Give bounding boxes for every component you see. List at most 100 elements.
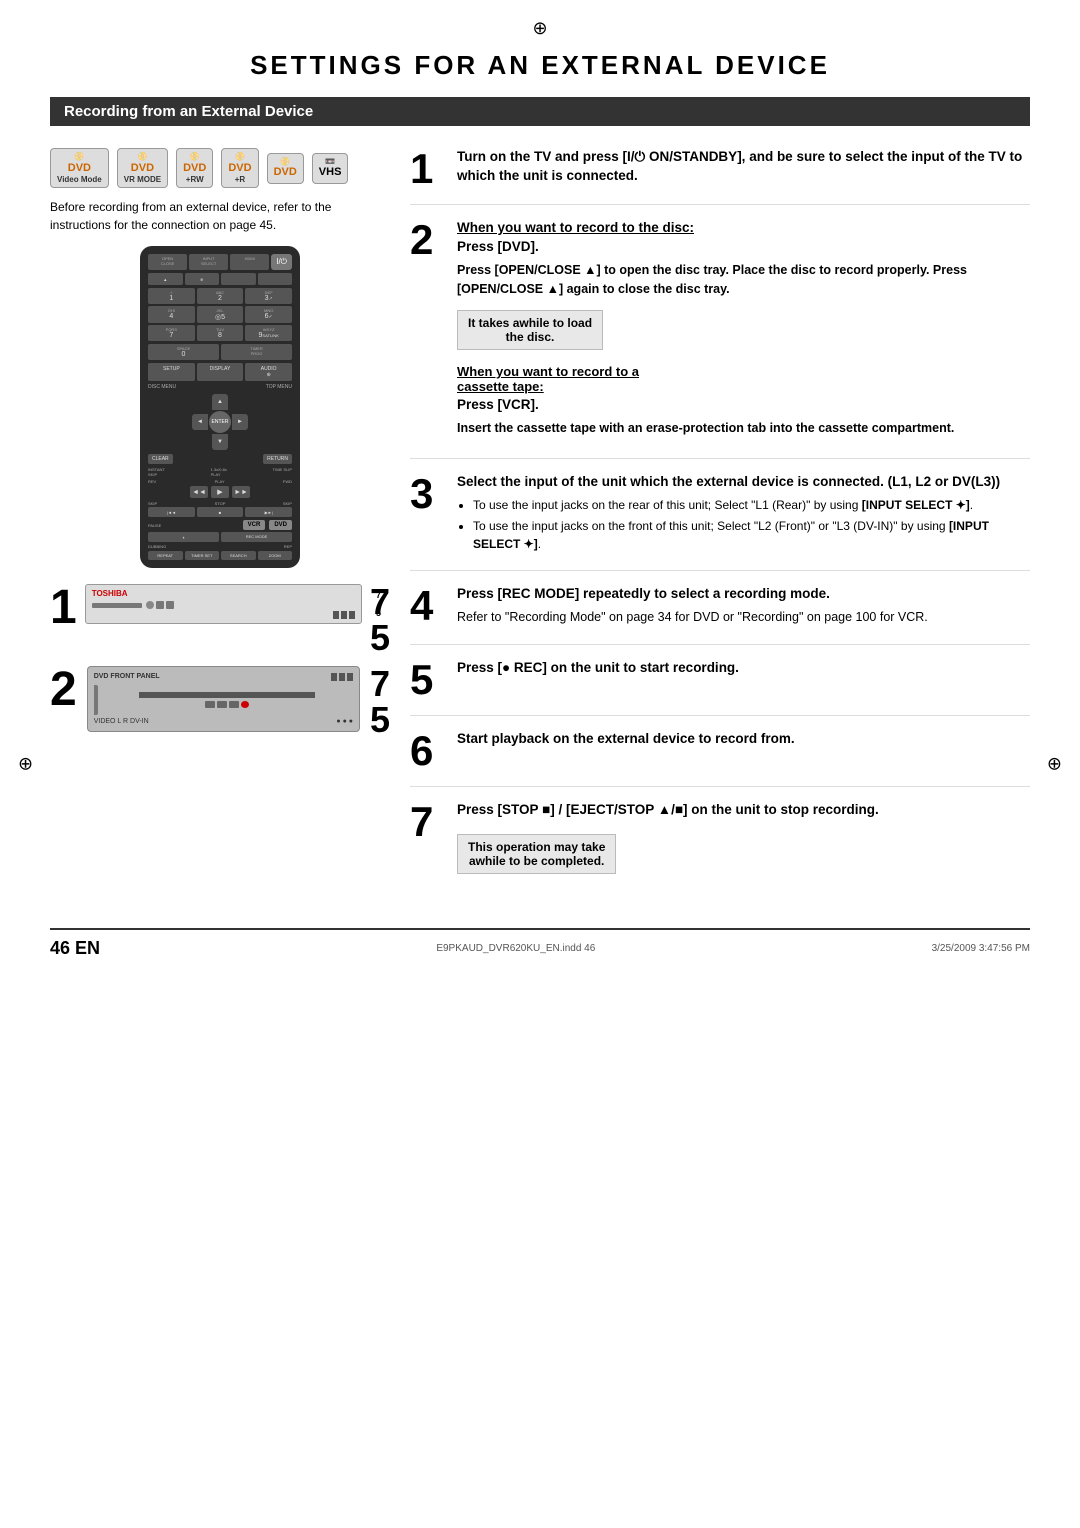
device-btn-group — [146, 601, 174, 609]
step-7: 7 Press [STOP ■] / [EJECT/STOP ▲/■] on t… — [410, 801, 1030, 894]
step-5-number: 5 — [410, 659, 445, 701]
btn-7[interactable]: PQRS7 — [148, 325, 195, 341]
conn1 — [333, 611, 339, 619]
btn-space[interactable]: SPACE0 — [148, 344, 219, 360]
disc-menu-label: DISC MENU — [148, 384, 176, 390]
btn-6[interactable]: MNO6✓ — [245, 306, 292, 323]
btn-1[interactable]: ·/·1 — [148, 288, 195, 304]
dvd-plus-r-icon: 📀 DVD +R — [221, 148, 258, 188]
vcr-btn3 — [229, 701, 239, 708]
btn-timer-prog[interactable]: TIMERPROG — [221, 344, 292, 360]
conn2 — [341, 611, 347, 619]
btn-8[interactable]: TUV8 — [197, 325, 244, 341]
step-2: 2 When you want to record to the disc: P… — [410, 219, 1030, 459]
numpad: ·/·1 ABC2 DEF3↗ GHI4 JKL◎5 MNO6✓ PQRS7 T… — [148, 288, 292, 341]
open-close-btn[interactable]: ▲ — [148, 273, 183, 285]
step-1-title: Turn on the TV and press [I/⏻ ON/STANDBY… — [457, 148, 1030, 186]
dvd-plus-rw-icon: 📀 DVD +RW — [176, 148, 213, 188]
vcr-btn2 — [217, 701, 227, 708]
reg-mark-right: ⊕ — [1047, 754, 1062, 775]
instant-skip-label: INSTANTSKIP — [148, 467, 165, 477]
diagram-numbers-bottom: 2 DVD FRONT PANEL — [50, 666, 390, 738]
return-btn[interactable]: RETURN — [263, 454, 292, 464]
skip-back-btn[interactable]: |◄◄ — [148, 507, 195, 517]
vcr-device-diagram: DVD FRONT PANEL — [87, 666, 360, 732]
search-btn[interactable]: SEARCH — [221, 551, 256, 560]
step-3-number: 3 — [410, 473, 445, 556]
top-menu-label: TOP MENU — [266, 384, 292, 390]
audio-btn[interactable]: AUDIO⊕ — [245, 363, 292, 381]
input-select-btn[interactable]: ⊕ — [185, 273, 220, 285]
page-footer: 46 EN E9PKAUD_DVR620KU_EN.indd 46 3/25/2… — [50, 928, 1030, 959]
stop-label: STOP — [215, 501, 226, 506]
setup-btn[interactable]: SETUP — [148, 363, 195, 381]
device-icons-row: 📀 DVD Video Mode 📀 DVD VR MODE 📀 DVD +RW… — [50, 148, 390, 188]
footer-date: 3/25/2009 3:47:56 PM — [932, 943, 1030, 954]
pause-btn[interactable]: ⏸ — [148, 532, 219, 542]
skip-fwd-btn[interactable]: ▶►| — [245, 507, 292, 517]
reg-mark-left: ⊕ — [18, 754, 33, 775]
zoom-btn[interactable]: ZOOM — [258, 551, 293, 560]
device-control-btn — [156, 601, 164, 609]
step-1-number: 1 — [410, 148, 445, 190]
clear-btn[interactable]: CLEAR — [148, 454, 173, 464]
btn-4[interactable]: GHI4 — [148, 306, 195, 323]
repeat-btn[interactable]: REPEAT — [148, 551, 183, 560]
pause-label: PAUSE — [148, 523, 161, 528]
step-6: 6 Start playback on the external device … — [410, 730, 1030, 787]
step-2-cassette: When you want to record to acassette tap… — [457, 364, 1030, 438]
operation-note: This operation may takeawhile to be comp… — [457, 834, 616, 874]
rec-mode-btn[interactable]: REC MODE — [221, 532, 292, 542]
dvd-device-diagram: TOSHIBA — [85, 584, 362, 624]
step-2-disc-title: When you want to record to the disc: Pre… — [457, 219, 1030, 257]
play-label: 1.3x/0.8xPLAY — [211, 467, 227, 477]
enter-btn[interactable]: ENTER — [209, 411, 231, 433]
step-3-bullet-2: To use the input jacks on the front of t… — [473, 517, 1030, 553]
disc-slot — [92, 603, 142, 608]
dpad[interactable]: ▲ ◄ ENTER ► ▼ — [192, 394, 248, 450]
page-title: SETTINGS FOR AN EXTERNAL DEVICE — [50, 50, 1030, 81]
dpad-right[interactable]: ► — [232, 414, 248, 430]
vcr-label1: VIDEO L R DV-IN — [94, 718, 149, 725]
power-button[interactable]: I/⏻ — [271, 254, 292, 270]
btn-2[interactable]: ABC2 — [197, 288, 244, 304]
dpad-left[interactable]: ◄ — [192, 414, 208, 430]
step-4: 4 Press [REC MODE] repeatedly to select … — [410, 585, 1030, 646]
display-btn[interactable]: DISPLAY — [197, 363, 244, 381]
btn-3[interactable]: DEF3↗ — [245, 288, 292, 304]
step-3-bullets: To use the input jacks on the rear of th… — [473, 496, 1030, 553]
step-2-disc-body: Press [OPEN/CLOSE ▲] to open the disc tr… — [457, 261, 1030, 299]
dpad-up[interactable]: ▲ — [212, 394, 228, 410]
btn-9[interactable]: WXYZ9SATLINK — [245, 325, 292, 341]
vcr-side-panel — [94, 685, 98, 715]
reg-mark-top: ⊕ — [532, 18, 547, 39]
device-control-btn2 — [166, 601, 174, 609]
step-3: 3 Select the input of the unit which the… — [410, 473, 1030, 571]
btn-5[interactable]: JKL◎5 — [197, 306, 244, 323]
dpad-down[interactable]: ▼ — [212, 434, 228, 450]
rev-label: REV — [148, 479, 156, 484]
ff-btn[interactable]: ►► — [232, 486, 250, 498]
remote-container: OPENCLOSE INPUTSELECT HDMI I/⏻ ▲ ⊕ · — [50, 246, 390, 568]
vcr-rec-btn — [241, 701, 249, 708]
rew-btn[interactable]: ◄◄ — [190, 486, 208, 498]
step-5: 5 Press [● REC] on the unit to start rec… — [410, 659, 1030, 716]
step-7-number: 7 — [410, 801, 445, 880]
step-2-vcr-press: Press [VCR]. — [457, 396, 1030, 415]
play-btn[interactable]: ▶ — [211, 486, 229, 498]
step-6-content: Start playback on the external device to… — [457, 730, 1030, 772]
play-label2: PLAY — [215, 479, 225, 484]
step-2-content: When you want to record to the disc: Pre… — [457, 219, 1030, 444]
diagram-numbers-top: 1 TOSHIBA — [50, 584, 390, 656]
dvd-btn[interactable]: DVD — [269, 520, 292, 530]
timer-set-btn[interactable]: TIMER SET — [185, 551, 220, 560]
step-5-title: Press [● REC] on the unit to start recor… — [457, 659, 1030, 678]
step-1-content: Turn on the TV and press [I/⏻ ON/STANDBY… — [457, 148, 1030, 190]
vcr-conn2 — [339, 673, 345, 681]
annotation-7: 7 — [376, 590, 381, 600]
stop-btn[interactable]: ■ — [197, 507, 244, 517]
left-column: 📀 DVD Video Mode 📀 DVD VR MODE 📀 DVD +RW… — [50, 148, 390, 908]
transport-buttons: ◄◄ ▶ ►► — [148, 486, 292, 498]
time-slip-label: TIME SLIP — [273, 467, 292, 477]
vcr-btn[interactable]: VCR — [243, 520, 266, 530]
